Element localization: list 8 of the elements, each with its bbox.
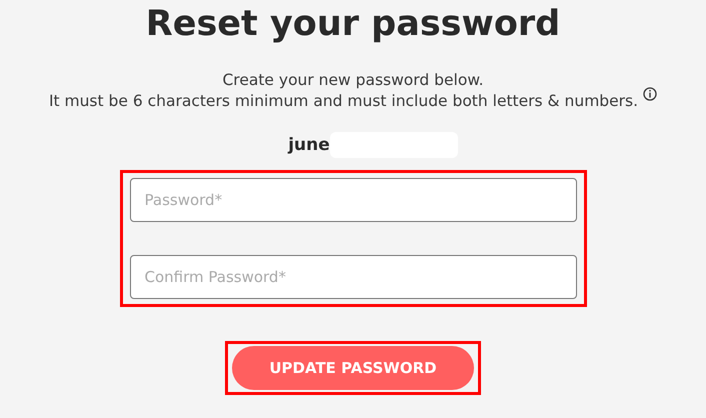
page-title: Reset your password: [146, 4, 560, 44]
username: june: [288, 135, 330, 155]
update-password-button[interactable]: UPDATE PASSWORD: [232, 346, 474, 390]
instruction-text: Create your new password below.: [222, 70, 484, 91]
info-icon[interactable]: [643, 87, 658, 101]
instruction-text: It must be 6 characters minimum and must include both letters & numbers.: [48, 91, 638, 112]
password-field[interactable]: Confirm Password*: [130, 255, 576, 299]
password-field[interactable]: Password*: [130, 178, 576, 222]
